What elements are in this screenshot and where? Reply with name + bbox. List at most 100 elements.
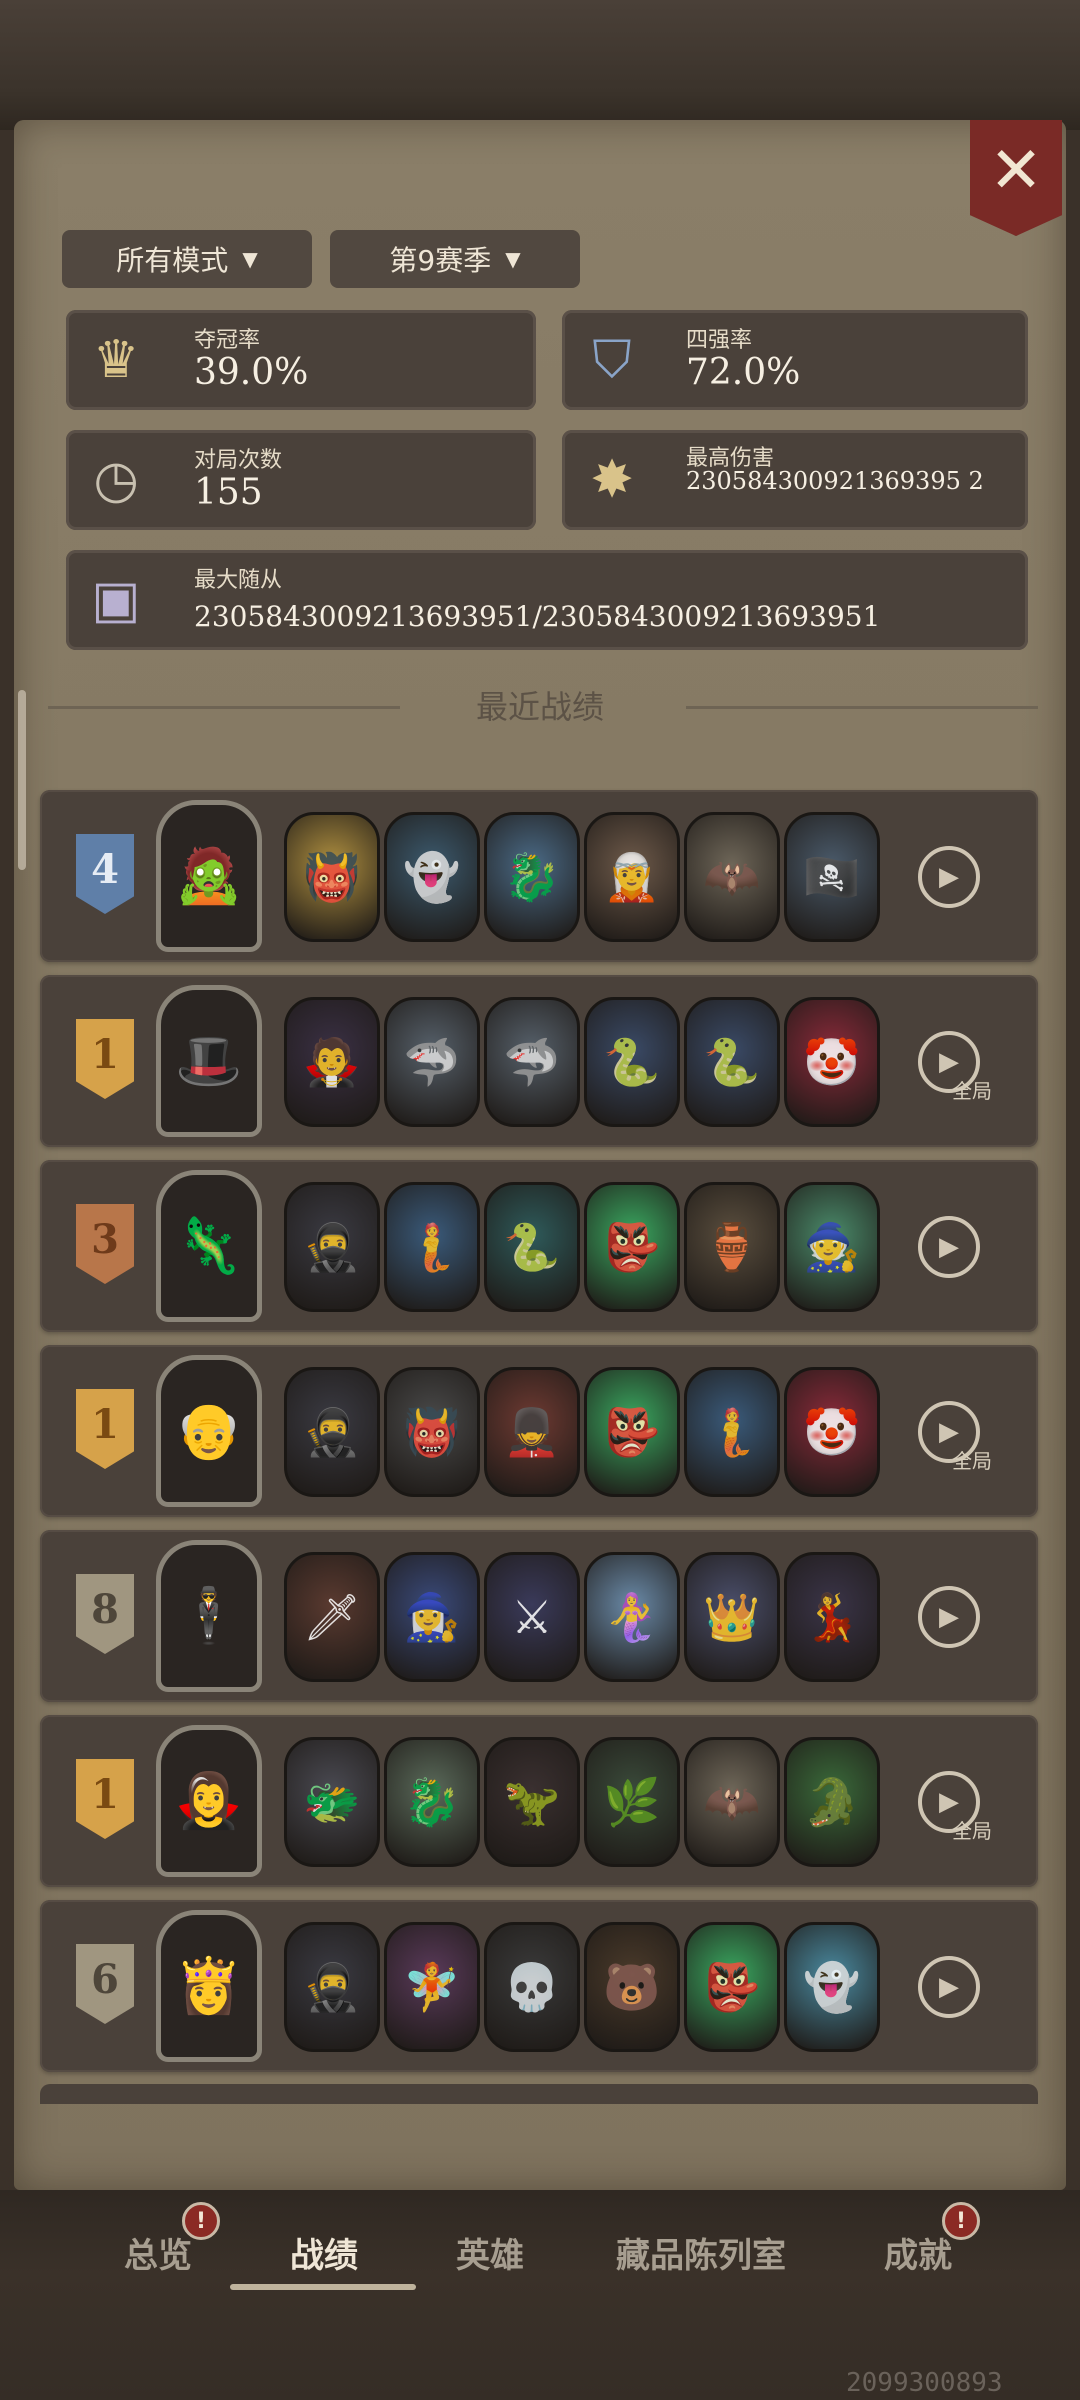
minion-card[interactable]: 🧚 (384, 1922, 480, 2052)
play-icon: ▶ (939, 1602, 959, 1632)
minion-card[interactable]: 🤡 (784, 1367, 880, 1497)
play-icon: ▶ (939, 862, 959, 892)
season-filter-label: 第9赛季 (389, 244, 492, 277)
stat-label: 夺冠率 (194, 328, 261, 353)
stat-label: 对局次数 (194, 448, 283, 473)
minion-card[interactable]: 🦈 (384, 997, 480, 1127)
minion-card[interactable]: 🧙‍♀️ (384, 1552, 480, 1682)
match-row-partial (40, 2084, 1038, 2104)
minion-card[interactable]: 👺 (584, 1182, 680, 1312)
full-game-label: 全局 (952, 1079, 992, 1103)
match-row[interactable]: 8 🕴 🗡 🧙‍♀️ ⚔ 🧜‍♀️ 👑 💃 ▶ (40, 1530, 1038, 1702)
minion-card[interactable]: 💀 (484, 1922, 580, 2052)
stat-label: 四强率 (686, 328, 753, 353)
minion-card[interactable]: 🥷 (284, 1182, 380, 1312)
hero-portrait[interactable]: 🎩 (156, 985, 262, 1137)
replay-button[interactable]: ▶ (918, 1586, 980, 1648)
stat-value: 230584300921369395 2 (686, 467, 984, 495)
replay-button[interactable]: ▶ (918, 1956, 980, 2018)
minion-card[interactable]: 👑 (684, 1552, 780, 1682)
play-icon: ▶ (939, 1232, 959, 1262)
hero-portrait[interactable]: 👴 (156, 1355, 262, 1507)
minion-card[interactable]: 🦇 (684, 1737, 780, 1867)
stat-value: 2305843009213693951/2305843009213693951 (194, 600, 881, 633)
minion-card[interactable]: 🧜 (384, 1182, 480, 1312)
rank-badge: 1 (76, 1019, 134, 1099)
player-id: 2099300893 (846, 2368, 1003, 2398)
rank-badge: 6 (76, 1944, 134, 2024)
burst-icon: ✸ (590, 450, 634, 510)
stat-games-played: ◷ 对局次数 155 (66, 430, 536, 530)
nav-collection[interactable]: 藏品陈列室 (616, 2228, 786, 2277)
minion-card[interactable]: 👻 (784, 1922, 880, 2052)
match-row[interactable]: 1 🧛‍♀️ 🐲 🐉 🦖 🌿 🦇 🐊 ▶ 全局 (40, 1715, 1038, 1887)
match-row[interactable]: 1 👴 🥷 👹 💂 👺 🧜 🤡 ▶ 全局 (40, 1345, 1038, 1517)
stat-value: 155 (194, 472, 263, 513)
minion-card[interactable]: 🧙 (784, 1182, 880, 1312)
minion-card[interactable]: 🧛 (284, 997, 380, 1127)
match-row[interactable]: 4 🧟 👹 👻 🐉 🧝 🦇 🏴‍☠️ ▶ (40, 790, 1038, 962)
minion-card[interactable]: 🦖 (484, 1737, 580, 1867)
season-filter-dropdown[interactable]: 第9赛季 ▼ (330, 230, 580, 288)
minion-card[interactable]: 🐍 (484, 1182, 580, 1312)
stat-max-damage: ✸ 最高伤害 230584300921369395 2 (562, 430, 1028, 530)
minion-card[interactable]: ⚔ (484, 1552, 580, 1682)
top-wood-frame (0, 0, 1080, 130)
stat-label: 最大随从 (194, 568, 283, 593)
stat-top4-rate: ⛉ 四强率 72.0% (562, 310, 1028, 410)
clock-icon: ◷ (93, 450, 139, 510)
minion-card[interactable]: 🥷 (284, 1922, 380, 2052)
match-row[interactable]: 1 🎩 🧛 🦈 🦈 🐍 🐍 🤡 ▶ 全局 (40, 975, 1038, 1147)
hero-portrait[interactable]: 🕴 (156, 1540, 262, 1692)
minion-card[interactable]: 💃 (784, 1552, 880, 1682)
minion-card[interactable]: 👺 (684, 1922, 780, 2052)
hero-portrait[interactable]: 👸 (156, 1910, 262, 2062)
minion-card[interactable]: 👻 (384, 812, 480, 942)
minion-card[interactable]: 🐻 (584, 1922, 680, 2052)
match-row[interactable]: 6 👸 🥷 🧚 💀 🐻 👺 👻 ▶ (40, 1900, 1038, 2072)
nav-overview[interactable]: 总览 (124, 2228, 192, 2277)
match-row[interactable]: 3 🦎 🥷 🧜 🐍 👺 🏺 🧙 ▶ (40, 1160, 1038, 1332)
minion-card[interactable]: 🤡 (784, 997, 880, 1127)
hero-portrait[interactable]: 🧟 (156, 800, 262, 952)
minion-card[interactable]: 🐉 (384, 1737, 480, 1867)
nav-records[interactable]: 战绩 (290, 2228, 358, 2277)
minion-card[interactable]: 🐍 (684, 997, 780, 1127)
minion-card[interactable]: 🦇 (684, 812, 780, 942)
shield-four-icon: ⛉ (592, 329, 632, 390)
minion-card[interactable]: 💂 (484, 1367, 580, 1497)
minion-card[interactable]: 🧜 (684, 1367, 780, 1497)
minion-card[interactable]: 🧜‍♀️ (584, 1552, 680, 1682)
stat-value: 39.0% (194, 352, 309, 393)
minion-card[interactable]: 🐲 (284, 1737, 380, 1867)
minion-card[interactable]: 🥷 (284, 1367, 380, 1497)
minion-card[interactable]: 🐉 (484, 812, 580, 942)
hero-portrait[interactable]: 🦎 (156, 1170, 262, 1322)
nav-active-underline (230, 2284, 416, 2290)
minion-card[interactable]: 🐊 (784, 1737, 880, 1867)
minion-portrait-icon: ▣ (91, 570, 141, 630)
play-icon: ▶ (939, 1047, 959, 1077)
minion-card[interactable]: 🌿 (584, 1737, 680, 1867)
nav-achievements[interactable]: 成就 (884, 2228, 952, 2277)
minion-card[interactable]: 🏺 (684, 1182, 780, 1312)
replay-button[interactable]: ▶ (918, 846, 980, 908)
minion-card[interactable]: 🦈 (484, 997, 580, 1127)
nav-heroes[interactable]: 英雄 (456, 2228, 524, 2277)
mode-filter-dropdown[interactable]: 所有模式 ▼ (62, 230, 312, 288)
minion-card[interactable]: 🧝 (584, 812, 680, 942)
divider (686, 706, 1038, 709)
play-icon: ▶ (939, 1972, 959, 2002)
close-button[interactable]: ✕ (970, 120, 1062, 236)
minion-card[interactable]: 👺 (584, 1367, 680, 1497)
minion-card[interactable]: 🏴‍☠️ (784, 812, 880, 942)
stat-value: 72.0% (686, 352, 801, 393)
minion-card[interactable]: 👹 (284, 812, 380, 942)
alert-badge-icon: ! (182, 2202, 220, 2240)
replay-button[interactable]: ▶ (918, 1216, 980, 1278)
minion-card[interactable]: 👹 (384, 1367, 480, 1497)
rank-badge: 4 (76, 834, 134, 914)
minion-card[interactable]: 🐍 (584, 997, 680, 1127)
minion-card[interactable]: 🗡 (284, 1552, 380, 1682)
hero-portrait[interactable]: 🧛‍♀️ (156, 1725, 262, 1877)
